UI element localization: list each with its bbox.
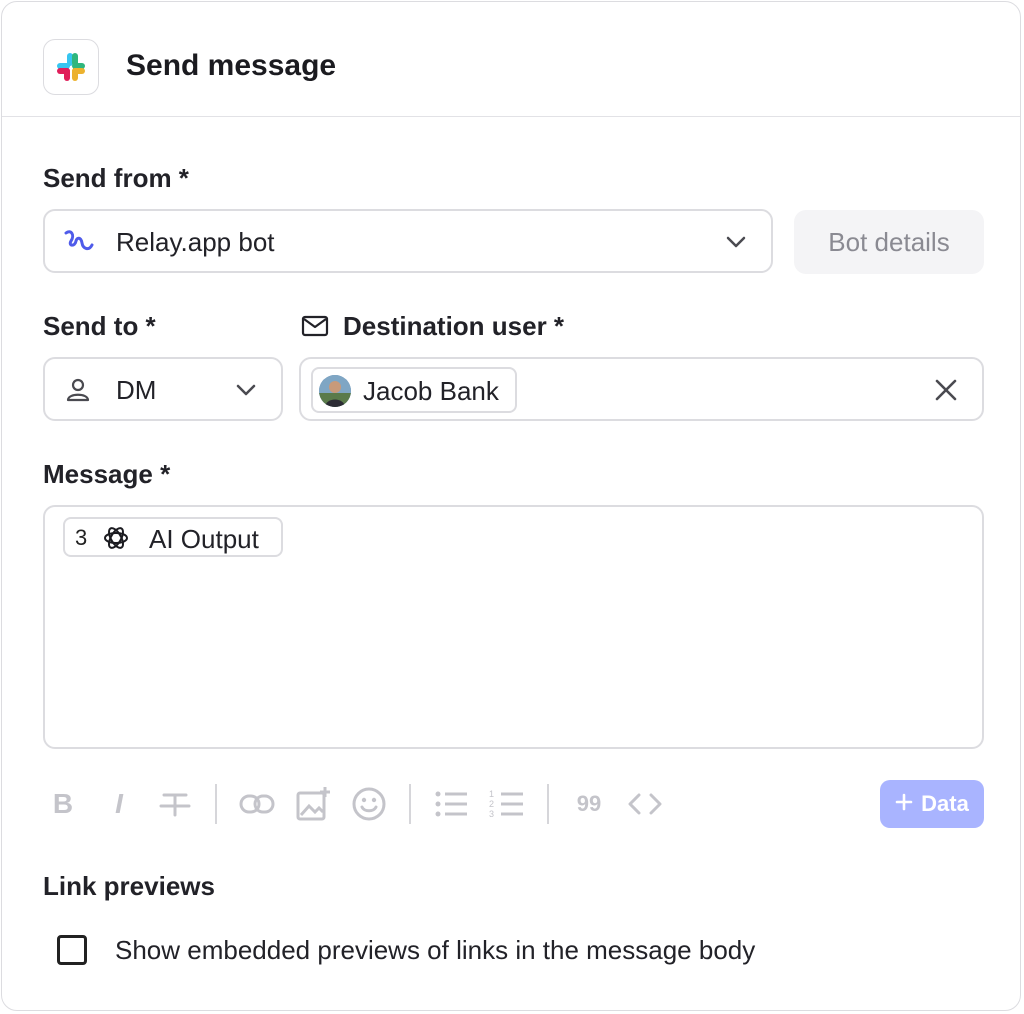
link-previews-checkbox-label[interactable]: Show embedded previews of links in the m… <box>115 935 755 966</box>
emoji-icon[interactable] <box>351 784 387 824</box>
destination-user-label: Destination user * <box>343 311 565 341</box>
message-label: Message * <box>43 459 171 489</box>
add-data-button[interactable]: Data <box>880 780 984 828</box>
chip-label: AI Output <box>149 524 259 554</box>
bot-details-button[interactable]: Bot details <box>794 210 984 274</box>
user-chip[interactable]: Jacob Bank <box>311 367 517 413</box>
user-name: Jacob Bank <box>363 376 499 406</box>
destination-user-field[interactable]: Jacob Bank <box>299 357 984 421</box>
svg-text:3: 3 <box>489 809 494 819</box>
add-image-icon[interactable] <box>295 784 331 824</box>
bold-icon[interactable]: B <box>45 784 81 824</box>
page-title: Send message <box>126 49 337 82</box>
link-previews-label: Link previews <box>43 871 215 901</box>
link-icon[interactable] <box>239 784 275 824</box>
send-to-select[interactable]: DM <box>43 357 283 421</box>
close-icon[interactable] <box>934 378 958 407</box>
mail-icon <box>301 315 329 342</box>
data-button-label: Data <box>921 791 969 816</box>
svg-text:2: 2 <box>489 799 494 809</box>
ai-output-chip[interactable]: 3 AI Output <box>63 517 283 557</box>
person-icon <box>65 377 91 408</box>
slack-icon <box>43 39 99 95</box>
send-to-label: Send to * <box>43 311 156 341</box>
italic-icon[interactable]: I <box>101 784 137 824</box>
send-from-value: Relay.app bot <box>116 227 275 257</box>
send-from-select[interactable]: Relay.app bot <box>43 209 773 273</box>
card-header: Send message <box>2 2 1020 117</box>
message-editor[interactable]: 3 AI Output <box>43 505 984 749</box>
chevron-down-icon <box>725 231 747 258</box>
send-message-card: Send message Send from * Relay.app bot B… <box>1 1 1021 1011</box>
numbered-list-icon[interactable]: 1 2 3 <box>489 784 525 824</box>
chevron-down-icon <box>235 379 257 406</box>
strikethrough-icon[interactable] <box>157 784 193 824</box>
send-to-value: DM <box>116 375 157 405</box>
openai-icon <box>102 524 130 557</box>
plus-icon <box>895 791 913 817</box>
step-number: 3 <box>75 525 88 550</box>
send-from-label: Send from * <box>43 163 189 193</box>
bullet-list-icon[interactable] <box>433 784 469 824</box>
code-icon[interactable] <box>627 784 663 824</box>
avatar <box>319 375 351 407</box>
link-previews-checkbox[interactable] <box>57 935 87 965</box>
relay-icon <box>63 227 95 262</box>
svg-text:1: 1 <box>489 789 494 799</box>
quote-icon[interactable]: 99 <box>571 784 607 824</box>
